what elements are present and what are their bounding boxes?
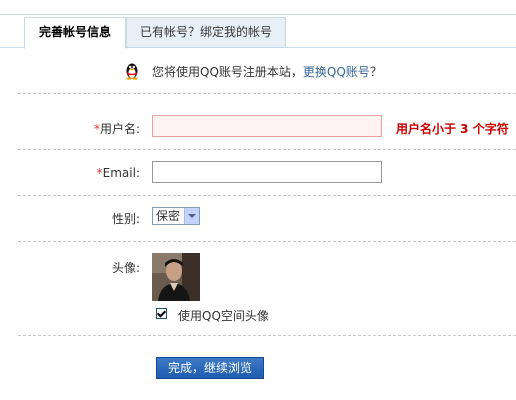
avatar-image [152, 253, 200, 301]
divider [18, 241, 516, 242]
tab-complete-account-info[interactable]: 完善帐号信息 [24, 17, 126, 49]
tab-bind-existing-account[interactable]: 已有帐号？绑定我的帐号 [126, 17, 286, 48]
use-qq-avatar-checkbox[interactable] [156, 308, 167, 319]
dropdown-arrow-icon[interactable] [184, 208, 199, 224]
divider [18, 335, 516, 336]
username-label-text: 用户名: [99, 122, 140, 136]
divider [18, 93, 516, 94]
change-qq-account-link[interactable]: 更换QQ账号 [303, 65, 370, 79]
avatar-portrait-icon [152, 253, 200, 301]
gender-select[interactable]: 保密 [152, 207, 200, 225]
email-input[interactable] [152, 161, 382, 183]
divider [18, 195, 516, 196]
qq-notice: 您将使用QQ账号注册本站，更换QQ账号？ [0, 60, 516, 84]
email-label: *Email: [97, 166, 140, 180]
qq-notice-text: 您将使用QQ账号注册本站，更换QQ账号？ [152, 63, 382, 80]
qq-penguin-icon [126, 63, 138, 80]
divider [18, 149, 516, 150]
qq-notice-prefix: 您将使用QQ账号注册本站， [152, 65, 303, 79]
email-label-text: Email: [102, 166, 140, 180]
gender-label: 性别: [111, 212, 140, 226]
username-label: *用户名: [94, 120, 140, 137]
complete-and-continue-button[interactable]: 完成，继续浏览 [156, 357, 264, 379]
gender-selected-value: 保密 [156, 209, 181, 223]
tab-bar: 完善帐号信息 已有帐号？绑定我的帐号 [0, 15, 516, 49]
avatar-label: 头像: [111, 261, 140, 275]
username-input[interactable] [152, 115, 382, 137]
qq-notice-suffix: ？ [369, 65, 382, 79]
username-error-message: 用户名小于 3 个字符 [396, 122, 509, 136]
use-qq-avatar-label[interactable]: 使用QQ空间头像 [178, 307, 269, 324]
